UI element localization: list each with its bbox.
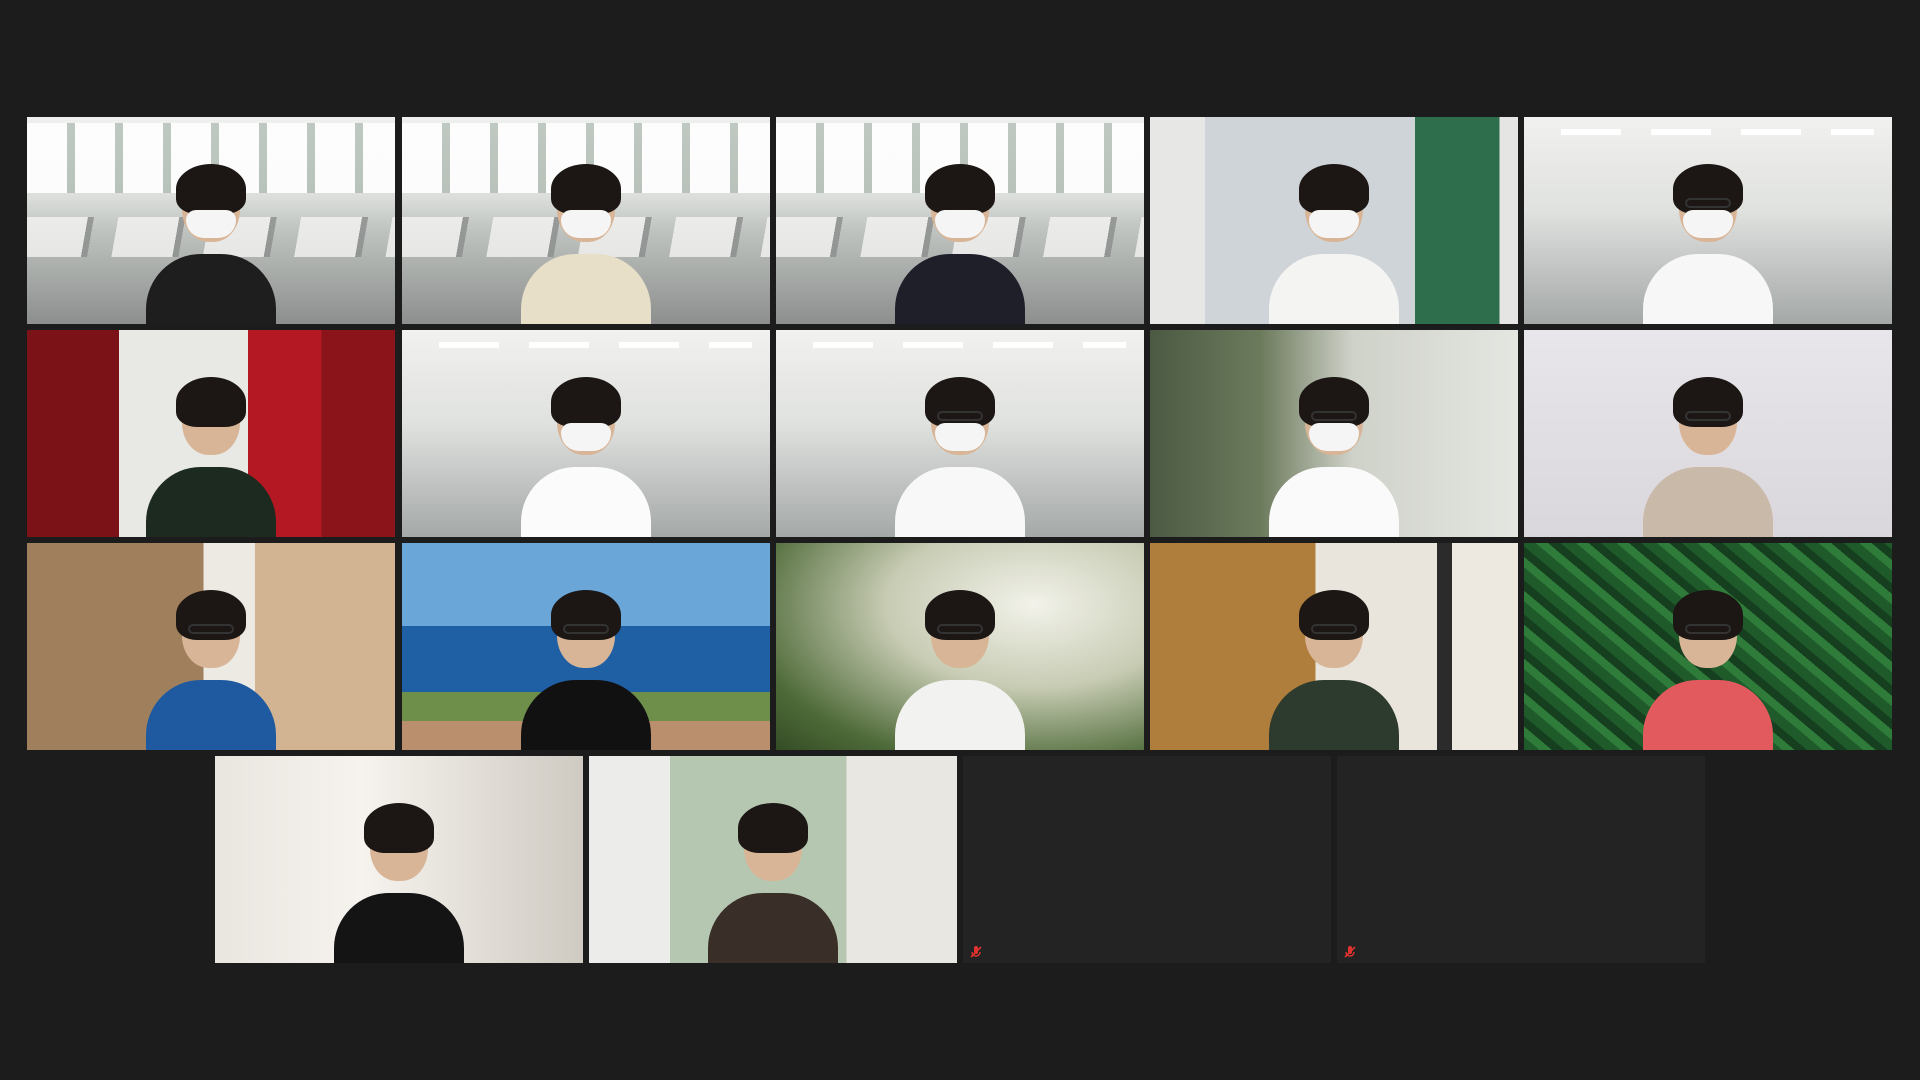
participant-video-tile[interactable] (776, 117, 1144, 324)
participant-figure (1643, 580, 1773, 750)
participant-torso (895, 680, 1025, 750)
participant-hair (738, 803, 808, 853)
participant-figure (334, 793, 464, 963)
participant-hair (551, 377, 621, 427)
participant-figure (1643, 154, 1773, 324)
mic-muted-icon (969, 945, 983, 959)
participant-figure (1269, 154, 1399, 324)
participant-figure (521, 154, 651, 324)
participant-torso (1269, 254, 1399, 324)
glasses (1685, 624, 1731, 634)
glasses (937, 411, 983, 421)
participant-figure (521, 367, 651, 537)
glasses (563, 624, 609, 634)
face-mask (1309, 210, 1359, 238)
glasses (937, 624, 983, 634)
participant-torso (146, 467, 276, 537)
participant-video-tile[interactable] (776, 330, 1144, 537)
participant-video-tile[interactable] (589, 756, 957, 963)
participant-torso (1643, 467, 1773, 537)
participant-hair (551, 164, 621, 214)
face-mask (561, 210, 611, 238)
face-mask (1683, 210, 1733, 238)
face-mask (935, 423, 985, 451)
participant-torso (521, 680, 651, 750)
participant-video-tile[interactable] (402, 543, 770, 750)
participant-figure (895, 154, 1025, 324)
participant-video-off-tile[interactable] (1337, 756, 1705, 963)
face-mask (1309, 423, 1359, 451)
participant-video-tile[interactable] (1150, 117, 1518, 324)
participant-video-tile[interactable] (1150, 330, 1518, 537)
participant-video-tile[interactable] (1524, 330, 1892, 537)
face-mask (935, 210, 985, 238)
participant-torso (334, 893, 464, 963)
participant-figure (895, 367, 1025, 537)
mic-muted-icon (1343, 945, 1357, 959)
glasses (188, 624, 234, 634)
video-gallery (0, 0, 1920, 1080)
participant-hair (176, 377, 246, 427)
participant-video-tile[interactable] (1150, 543, 1518, 750)
participant-figure (708, 793, 838, 963)
glasses (1311, 624, 1357, 634)
participant-video-tile[interactable] (1524, 117, 1892, 324)
glasses (1685, 411, 1731, 421)
participant-hair (925, 164, 995, 214)
glasses (1685, 198, 1731, 208)
participant-figure (1643, 367, 1773, 537)
participant-torso (708, 893, 838, 963)
participant-torso (1643, 680, 1773, 750)
participant-video-tile[interactable] (402, 330, 770, 537)
face-mask (561, 423, 611, 451)
participant-video-tile[interactable] (27, 543, 395, 750)
participant-torso (146, 254, 276, 324)
participant-torso (1269, 680, 1399, 750)
participant-figure (146, 367, 276, 537)
participant-video-tile[interactable] (27, 330, 395, 537)
participant-torso (521, 467, 651, 537)
participant-video-off-tile[interactable] (963, 756, 1331, 963)
participant-hair (1299, 164, 1369, 214)
participant-figure (1269, 580, 1399, 750)
participant-torso (146, 680, 276, 750)
face-mask (186, 210, 236, 238)
participant-hair (364, 803, 434, 853)
participant-video-tile[interactable] (215, 756, 583, 963)
glasses (1311, 411, 1357, 421)
participant-hair (176, 164, 246, 214)
participant-video-tile[interactable] (776, 543, 1144, 750)
participant-torso (521, 254, 651, 324)
participant-figure (1269, 367, 1399, 537)
participant-video-tile[interactable] (402, 117, 770, 324)
participant-torso (895, 254, 1025, 324)
participant-video-tile[interactable] (27, 117, 395, 324)
participant-figure (895, 580, 1025, 750)
participant-video-tile[interactable] (1524, 543, 1892, 750)
participant-torso (1643, 254, 1773, 324)
participant-figure (146, 580, 276, 750)
participant-torso (895, 467, 1025, 537)
participant-figure (521, 580, 651, 750)
participant-torso (1269, 467, 1399, 537)
participant-figure (146, 154, 276, 324)
